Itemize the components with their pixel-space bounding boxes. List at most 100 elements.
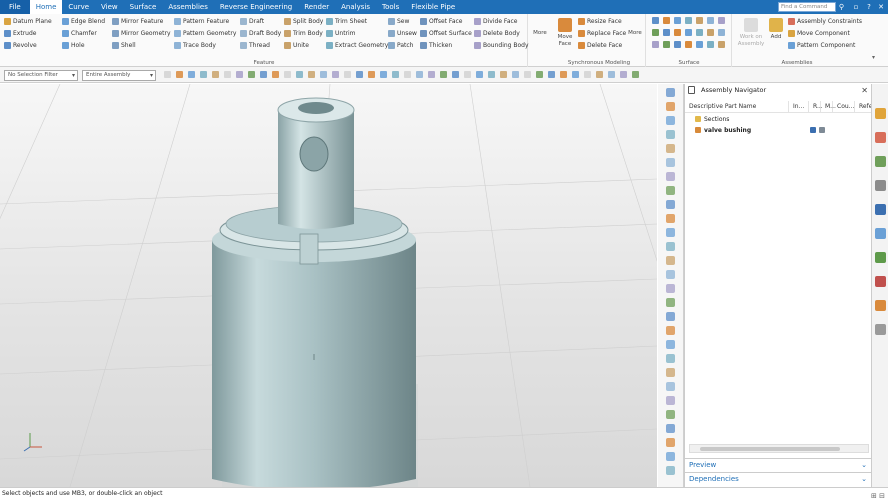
web-browser-tab[interactable] [875,228,886,239]
window-restore-icon[interactable]: ▫ [850,0,862,14]
move-component-button[interactable]: Move Component [788,28,850,39]
scroll-thumb[interactable] [700,447,840,451]
resource-tool-icon[interactable] [666,200,675,209]
draft-button[interactable]: Draft [240,16,264,27]
ribbon-options-icon[interactable]: ▾ [872,54,875,61]
resource-tool-icon[interactable] [666,312,675,321]
resource-tool-icon[interactable] [666,242,675,251]
toolbar-tool-icon[interactable] [248,71,255,78]
toolbar-tool-icon[interactable] [224,71,231,78]
tab-tools[interactable]: Tools [376,0,405,14]
column-r[interactable]: R... [809,101,823,112]
horizontal-scrollbar[interactable] [689,444,869,453]
trim-sheet-button[interactable]: Trim Sheet [326,16,367,27]
resource-tool-icon[interactable] [666,354,675,363]
thread-button[interactable]: Thread [240,40,270,51]
extract-geometry-button[interactable]: Extract Geometry [326,40,388,51]
toolbar-tool-icon[interactable] [320,71,327,78]
surface-tool-icon[interactable] [652,29,659,36]
resource-tool-icon[interactable] [666,284,675,293]
add-component-button[interactable]: Add [768,18,784,41]
selection-filter-select[interactable]: No Selection Filter [4,70,78,81]
surface-tool-icon[interactable] [707,41,714,48]
mirror-geometry-button[interactable]: Mirror Geometry [112,28,171,39]
close-icon[interactable]: ✕ [861,84,868,97]
valve-bushing-model[interactable] [0,84,657,487]
toolbar-tool-icon[interactable] [584,71,591,78]
hole-button[interactable]: Hole [62,40,85,51]
datum-plane-button[interactable]: Datum Plane [4,16,52,27]
tree-row-valve-bushing[interactable]: valve bushing [685,125,872,136]
part-navigator-tab[interactable] [875,156,886,167]
toolbar-tool-icon[interactable] [560,71,567,78]
resource-tool-icon[interactable] [666,438,675,447]
assembly-navigator-tab[interactable] [875,108,886,119]
surface-tool-icon[interactable] [663,29,670,36]
toolbar-tool-icon[interactable] [632,71,639,78]
toolbar-tool-icon[interactable] [236,71,243,78]
toolbar-tool-icon[interactable] [212,71,219,78]
column-part-name[interactable]: Descriptive Part Name [685,101,789,112]
toolbar-tool-icon[interactable] [488,71,495,78]
surface-tool-icon[interactable] [663,17,670,24]
tab-home[interactable]: Home [29,0,63,14]
surface-tool-icon[interactable] [707,29,714,36]
resource-tool-icon[interactable] [666,466,675,475]
pattern-component-button[interactable]: Pattern Component [788,40,855,51]
surface-tool-icon[interactable] [707,17,714,24]
toolbar-tool-icon[interactable] [284,71,291,78]
pin-icon[interactable] [688,86,695,94]
tab-curve[interactable]: Curve [62,0,95,14]
resource-tool-icon[interactable] [666,102,675,111]
bounding-body-button[interactable]: Bounding Body [474,40,529,51]
resource-tool-icon[interactable] [666,158,675,167]
toolbar-tool-icon[interactable] [524,71,531,78]
split-body-button[interactable]: Split Body [284,16,323,27]
resource-tool-icon[interactable] [666,396,675,405]
patch-button[interactable]: Patch [388,40,413,51]
surface-tool-icon[interactable] [718,17,725,24]
toolbar-tool-icon[interactable] [164,71,171,78]
revolve-button[interactable]: Revolve [4,40,37,51]
tab-analysis[interactable]: Analysis [335,0,376,14]
divide-face-button[interactable]: Divide Face [474,16,517,27]
surface-tool-icon[interactable] [718,41,725,48]
work-on-assembly-button[interactable]: Work on Assembly [736,18,766,48]
toolbar-tool-icon[interactable] [452,71,459,78]
column-in[interactable]: In... [789,101,809,112]
toolbar-tool-icon[interactable] [380,71,387,78]
resource-tool-icon[interactable] [666,172,675,181]
window-close-icon[interactable]: ✕ [875,0,887,14]
toolbar-tool-icon[interactable] [308,71,315,78]
tab-render[interactable]: Render [298,0,335,14]
surface-tool-icon[interactable] [696,17,703,24]
chamfer-button[interactable]: Chamfer [62,28,97,39]
surface-tool-icon[interactable] [674,17,681,24]
tab-flexible-pipe[interactable]: Flexible Pipe [405,0,461,14]
draft-body-button[interactable]: Draft Body [240,28,281,39]
shell-button[interactable]: Shell [112,40,136,51]
toolbar-tool-icon[interactable] [176,71,183,78]
toolbar-tool-icon[interactable] [500,71,507,78]
tree-row-sections[interactable]: Sections [685,114,872,125]
command-search-input[interactable]: Find a Command [778,2,836,12]
toolbar-tool-icon[interactable] [476,71,483,78]
toolbar-tool-icon[interactable] [440,71,447,78]
toolbar-tool-icon[interactable] [356,71,363,78]
toolbar-tool-icon[interactable] [512,71,519,78]
tab-reverse-engineering[interactable]: Reverse Engineering [214,0,298,14]
sync-more-button[interactable]: More [626,30,644,37]
surface-tool-icon[interactable] [663,41,670,48]
unsew-button[interactable]: Unsew [388,28,417,39]
resource-tool-icon[interactable] [666,326,675,335]
surface-tool-icon[interactable] [652,17,659,24]
toolbar-tool-icon[interactable] [296,71,303,78]
roles-tab[interactable] [875,300,886,311]
delete-face-button[interactable]: Delete Face [578,40,622,51]
resource-tool-icon[interactable] [666,186,675,195]
pattern-geometry-button[interactable]: Pattern Geometry [174,28,236,39]
untrim-button[interactable]: Untrim [326,28,356,39]
tab-surface[interactable]: Surface [124,0,163,14]
surface-tool-icon[interactable] [674,29,681,36]
reuse-library-tab[interactable] [875,180,886,191]
